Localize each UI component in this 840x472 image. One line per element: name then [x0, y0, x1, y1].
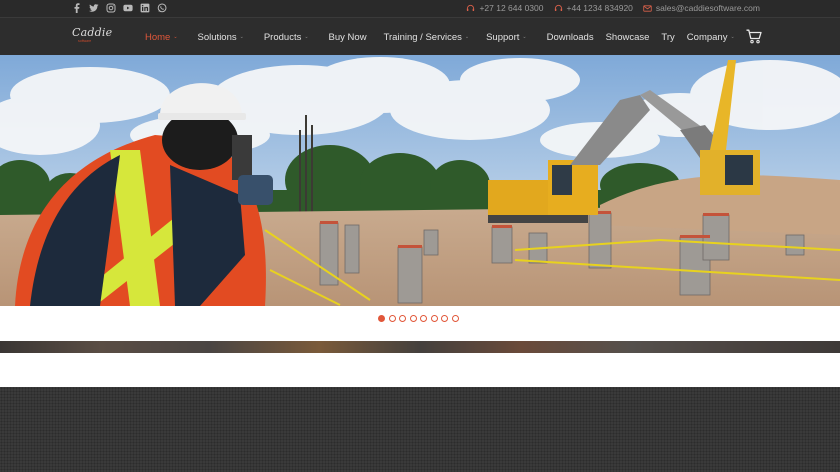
twitter-icon[interactable]: [89, 3, 99, 13]
slider-dots: [378, 315, 459, 322]
phone-za-text: +27 12 644 0300: [479, 3, 544, 13]
chevron-down-icon: ⌄: [239, 34, 244, 40]
chevron-down-icon: ⌄: [464, 34, 470, 40]
logo-text: Caddie: [72, 26, 113, 39]
envelope-icon: [643, 4, 652, 12]
social-links: [72, 3, 167, 13]
instagram-icon[interactable]: [106, 3, 116, 13]
nav-item-label: Training / Services: [383, 31, 462, 43]
nav-item-training-services[interactable]: Training / Services ⌄: [384, 32, 470, 43]
nav-item-downloads[interactable]: Downloads: [547, 32, 594, 43]
slider-dot[interactable]: [430, 315, 438, 322]
slider-controls: [0, 306, 840, 341]
section-image-strip: [0, 341, 840, 353]
nav-item-home[interactable]: Home ⌄: [145, 32, 178, 43]
headset-icon: [554, 4, 562, 11]
nav-item-label: Try: [661, 31, 675, 43]
nav-item-company[interactable]: Company ⌄: [687, 32, 735, 43]
nav-item-label: Solutions: [197, 31, 237, 43]
whatsapp-icon[interactable]: [157, 3, 167, 13]
hero-slider-image: [0, 55, 840, 306]
youtube-icon[interactable]: [123, 3, 133, 13]
primary-nav: Home ⌄ Solutions ⌄ Products ⌄ Buy Now Training …: [145, 18, 735, 56]
contact-info: +27 12 644 0300 +44 1234 834920 sales@ca…: [466, 3, 760, 13]
nav-item-buy-now[interactable]: Buy Now: [329, 32, 367, 43]
nav-item-label: Showcase: [605, 31, 650, 43]
dark-textured-section: [0, 387, 840, 472]
nav-item-label: Company: [686, 31, 728, 43]
chevron-down-icon: ⌄: [173, 34, 178, 40]
linkedin-icon[interactable]: [140, 3, 150, 13]
chevron-down-icon: ⌄: [522, 34, 527, 40]
nav-item-label: Buy Now: [328, 31, 367, 43]
headset-icon: [467, 4, 475, 11]
slider-dot[interactable]: [388, 315, 396, 322]
nav-item-showcase[interactable]: Showcase: [606, 32, 650, 43]
caddie-logo[interactable]: Caddie software: [72, 26, 112, 46]
facebook-icon[interactable]: [72, 3, 82, 13]
nav-item-label: Support: [486, 31, 520, 43]
slider-dot[interactable]: [451, 315, 459, 322]
top-contact-bar: +27 12 644 0300 +44 1234 834920 sales@ca…: [0, 0, 840, 17]
spacer: [0, 353, 840, 387]
slider-dot[interactable]: [399, 315, 406, 322]
nav-item-solutions[interactable]: Solutions ⌄: [198, 32, 244, 43]
logo-subtext: software: [78, 39, 92, 43]
main-navbar: Caddie software Home ⌄ Solutions ⌄ Products ⌄…: [0, 17, 840, 55]
nav-item-label: Downloads: [546, 31, 594, 43]
slider-dot[interactable]: [441, 315, 448, 322]
cart-icon[interactable]: [746, 29, 762, 44]
slider-dot[interactable]: [409, 315, 417, 322]
chevron-down-icon: ⌄: [730, 34, 735, 40]
phone-uk[interactable]: +44 1234 834920: [554, 3, 633, 13]
slider-dot[interactable]: [378, 315, 385, 322]
phone-uk-text: +44 1234 834920: [566, 3, 633, 13]
nav-item-label: Home: [145, 31, 171, 43]
nav-item-try[interactable]: Try: [661, 32, 674, 43]
slider-dot[interactable]: [420, 315, 427, 322]
nav-item-label: Products: [263, 31, 302, 43]
email-link[interactable]: sales@caddiesoftware.com: [643, 3, 760, 13]
phone-za[interactable]: +27 12 644 0300: [466, 3, 544, 13]
chevron-down-icon: ⌄: [304, 34, 309, 40]
nav-item-products[interactable]: Products ⌄: [264, 32, 309, 43]
email-text: sales@caddiesoftware.com: [655, 3, 760, 13]
nav-item-support[interactable]: Support ⌄: [486, 32, 526, 43]
